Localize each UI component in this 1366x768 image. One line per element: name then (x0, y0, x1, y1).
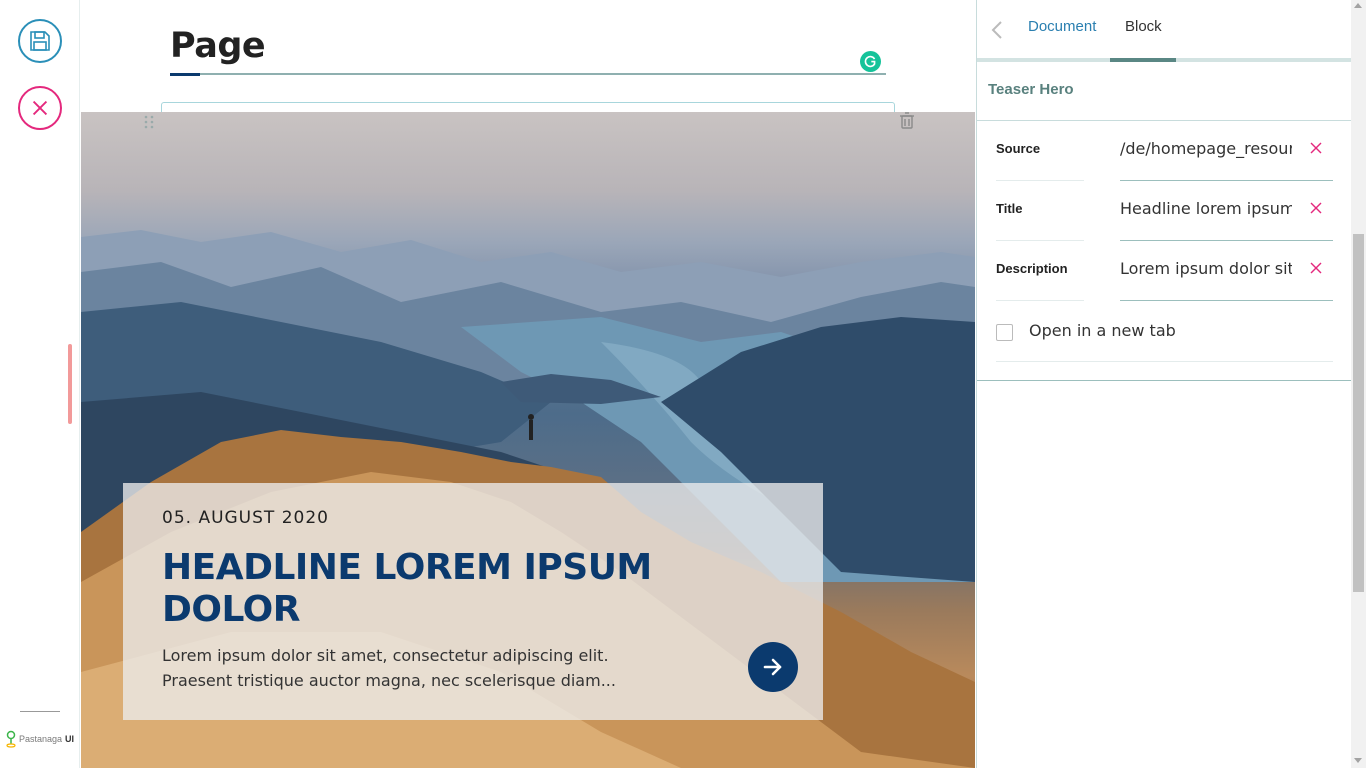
active-tab-indicator (1110, 58, 1176, 62)
field-source: Source /de/homepage_resources (996, 121, 1333, 181)
open-new-tab-row: Open in a new tab (996, 302, 1333, 362)
scroll-down-icon[interactable] (1354, 758, 1362, 763)
save-icon (30, 31, 50, 51)
field-description: Description Lorem ipsum dolor sit (996, 241, 1333, 301)
teaser-arrow-button[interactable] (748, 642, 798, 692)
tab-document[interactable]: Document (1028, 18, 1096, 35)
scrollbar-thumb[interactable] (1353, 234, 1364, 592)
field-label: Title (996, 201, 1023, 216)
grammarly-icon[interactable] (860, 51, 881, 72)
field-label: Source (996, 141, 1041, 156)
arrow-right-icon (763, 658, 782, 676)
page-title[interactable]: Page (170, 26, 266, 66)
chevron-left-icon[interactable] (991, 20, 1003, 45)
section-title: Teaser Hero (988, 81, 1074, 98)
teaser-headline: HEADLINE LOREM IPSUM DOLOR (162, 547, 652, 630)
clear-icon[interactable] (1310, 141, 1322, 159)
title-input[interactable]: Headline lorem ipsum (1120, 199, 1292, 218)
teaser-description: Lorem ipsum dolor sit amet, consectetur … (162, 646, 616, 690)
tab-block[interactable]: Block (1125, 18, 1162, 35)
field-underline (1120, 300, 1333, 301)
toolbar-divider (20, 711, 60, 712)
field-label: Description (996, 261, 1068, 276)
scroll-up-icon[interactable] (1354, 3, 1362, 8)
source-input[interactable]: /de/homepage_resources (1120, 139, 1292, 158)
trash-icon[interactable] (900, 112, 914, 135)
description-input[interactable]: Lorem ipsum dolor sit (1120, 259, 1292, 278)
title-underline-accent (170, 73, 200, 76)
clear-icon[interactable] (1310, 201, 1322, 219)
sidebar-tabs: Document Block (977, 0, 1352, 62)
editor-area: Page 05. AUGUST 2020 HEADLINE LOREM IPSU… (81, 0, 975, 768)
drag-handle-icon[interactable] (143, 114, 155, 133)
open-new-tab-label[interactable]: Open in a new tab (1029, 321, 1176, 340)
sidebar-divider (977, 380, 1352, 381)
cancel-button[interactable] (18, 86, 62, 130)
brand-logo: Pastanaga UI (6, 730, 74, 748)
brand-name: Pastanaga (19, 734, 63, 744)
open-new-tab-checkbox[interactable] (996, 324, 1013, 341)
teaser-card[interactable]: 05. AUGUST 2020 HEADLINE LOREM IPSUM DOL… (123, 483, 823, 720)
sidebar: Document Block Teaser Hero Source /de/ho… (976, 0, 1352, 768)
location-pin-icon (6, 730, 16, 748)
teaser-date: 05. AUGUST 2020 (162, 508, 329, 528)
clear-icon[interactable] (1310, 261, 1322, 279)
block-marker (68, 344, 72, 424)
field-label-divider (996, 300, 1084, 301)
brand-suffix: UI (65, 734, 75, 744)
title-underline (170, 73, 886, 75)
field-title: Title Headline lorem ipsum (996, 181, 1333, 241)
close-icon (32, 100, 48, 116)
save-button[interactable] (18, 19, 62, 63)
